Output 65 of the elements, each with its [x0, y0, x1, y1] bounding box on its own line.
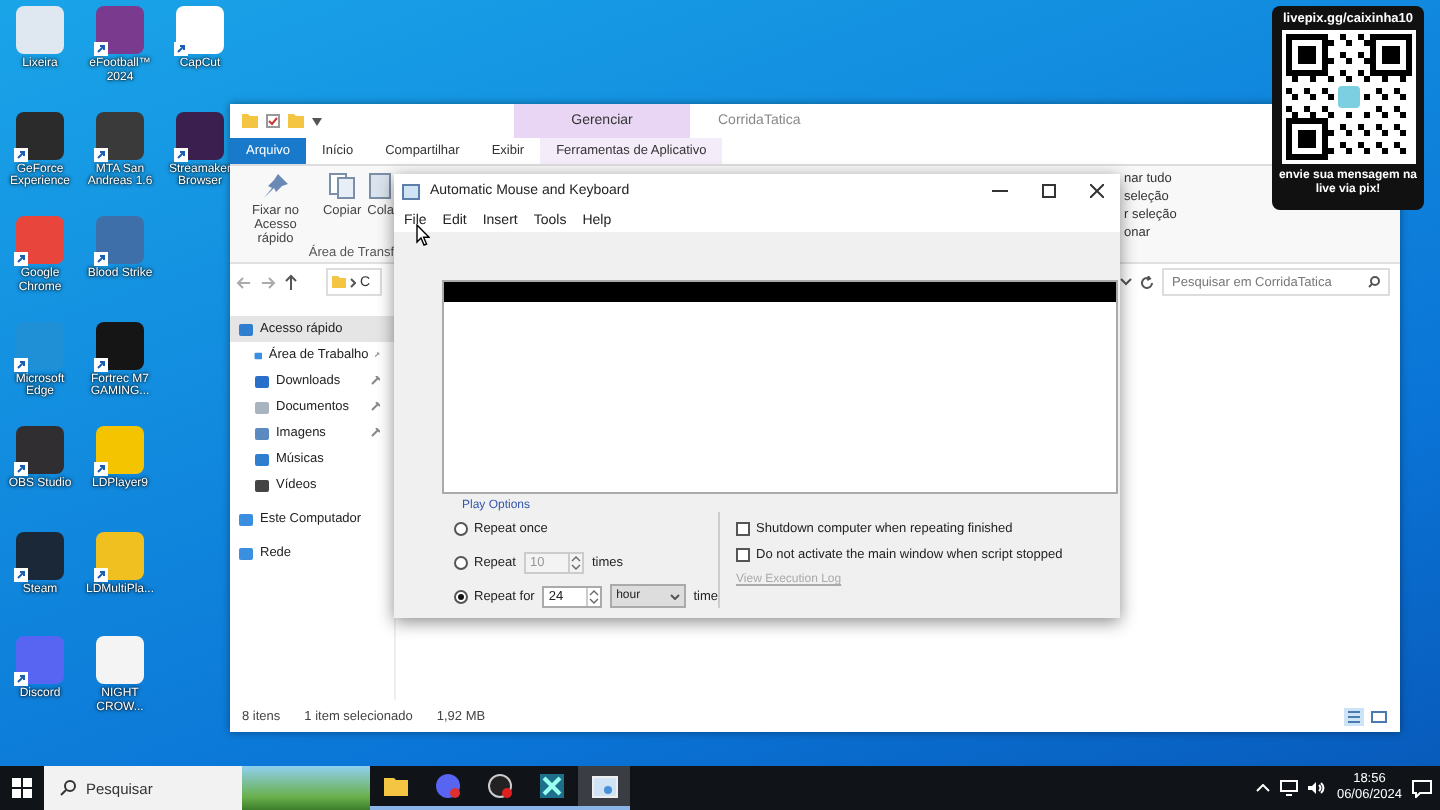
folder-icon — [332, 276, 346, 288]
app-shortcut-icon[interactable] — [16, 531, 64, 579]
shortcut-arrow-icon — [94, 462, 108, 476]
video-icon — [254, 477, 270, 493]
picture-icon — [254, 425, 270, 441]
minimize-icon — [992, 190, 1008, 192]
dropdown-chevron-icon[interactable] — [1120, 278, 1132, 286]
app-shortcut-icon[interactable] — [96, 321, 144, 369]
folder-icon — [384, 776, 408, 796]
shortcut-arrow-icon — [174, 42, 188, 56]
script-list[interactable] — [442, 280, 1118, 494]
download-icon — [254, 373, 270, 389]
record-app-icon — [488, 774, 512, 798]
document-icon — [254, 399, 270, 415]
shortcut-arrow-icon — [174, 147, 188, 161]
large-icons-view-icon[interactable] — [1370, 707, 1388, 725]
network-icon[interactable] — [1280, 780, 1299, 796]
shortcut-arrow-icon — [14, 147, 28, 161]
search-icon — [1368, 276, 1380, 288]
landscape-drawing — [242, 766, 370, 810]
volume-icon[interactable] — [1308, 780, 1327, 796]
shortcut-arrow-icon — [14, 252, 28, 266]
chevron-right-icon — [350, 277, 356, 287]
desktop-icon — [254, 347, 263, 363]
app-shortcut-icon[interactable] — [16, 426, 64, 474]
properties-icon — [266, 114, 280, 128]
app-shortcut-icon[interactable] — [16, 111, 64, 159]
details-view-icon[interactable] — [1344, 707, 1364, 725]
pin-icon — [261, 172, 290, 200]
music-icon — [254, 451, 270, 467]
copy-icon — [328, 172, 357, 200]
computer-icon — [238, 511, 254, 527]
app-shortcut-icon[interactable] — [96, 111, 144, 159]
clipboard-icon — [368, 172, 393, 200]
app-shortcut-icon[interactable] — [96, 6, 144, 54]
chevron-up-icon[interactable] — [1256, 784, 1271, 792]
shortcut-arrow-icon — [94, 567, 108, 581]
notification-icon[interactable] — [1412, 779, 1432, 797]
shortcut-arrow-icon — [14, 672, 28, 686]
search-icon — [60, 780, 76, 796]
shortcut-arrow-icon — [94, 42, 108, 56]
taskbar-app-button[interactable] — [578, 766, 630, 810]
game-app-icon — [540, 774, 564, 798]
chat-app-icon — [436, 774, 460, 798]
up-arrow-icon[interactable] — [284, 274, 298, 290]
shortcut-arrow-icon — [94, 252, 108, 266]
app-window-icon — [591, 775, 617, 797]
folder-icon — [242, 114, 258, 128]
shortcut-arrow-icon — [14, 567, 28, 581]
shortcut-arrow-icon — [94, 357, 108, 371]
caret-icon — [669, 593, 680, 599]
refresh-icon[interactable] — [1140, 275, 1154, 289]
app-window-icon — [402, 183, 420, 199]
caret-icon[interactable] — [312, 117, 322, 125]
network-icon — [238, 545, 254, 561]
windows-logo-icon — [12, 778, 32, 798]
qr-code-drawing — [1285, 34, 1411, 160]
close-icon — [1089, 184, 1103, 198]
folder-icon — [288, 114, 304, 128]
maximize-icon — [1041, 184, 1055, 198]
shortcut-arrow-icon — [14, 462, 28, 476]
app-shortcut-icon[interactable] — [176, 111, 224, 159]
spin-arrows-icon[interactable] — [586, 587, 601, 605]
shortcut-arrow-icon — [14, 357, 28, 371]
shortcut-arrow-icon — [94, 147, 108, 161]
